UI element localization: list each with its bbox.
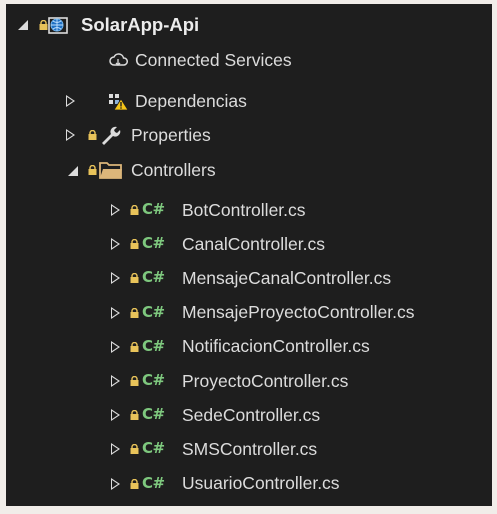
cs-file-label: ProyectoController.cs [182,370,349,391]
expanded-arrow-icon[interactable] [18,20,28,30]
lock-icon [130,410,139,421]
cs-file-label: BotController.cs [182,199,306,220]
tree-node-connected-services[interactable]: Connected Services [6,43,492,77]
collapsed-arrow-icon[interactable] [111,477,120,490]
properties-label: Properties [131,124,211,145]
csharp-file-icon: C# [142,268,165,287]
csharp-file-icon: C# [142,336,165,355]
cs-file-label: SMSController.cs [182,438,318,459]
collapsed-arrow-icon[interactable] [111,375,120,387]
tree-node-cs-file[interactable]: C# UsuarioController.cs [6,467,492,501]
lock-icon [130,307,139,318]
csharp-file-icon: C# [142,302,165,321]
csharp-file-icon: C# [142,439,165,458]
cs-file-label: MensajeProyectoController.cs [182,302,415,323]
csharp-file-icon: C# [142,473,165,492]
collapsed-arrow-icon[interactable] [111,272,120,285]
lock-icon [130,376,139,386]
controllers-label: Controllers [131,159,216,180]
wrench-icon [102,126,121,145]
dependencias-label: Dependencias [135,90,247,111]
web-project-icon [48,17,68,34]
lock-icon [130,478,139,489]
tree-node-cs-file[interactable]: C# ProyectoController.cs [6,364,492,398]
cs-file-label: UsuarioController.cs [182,473,340,494]
csharp-file-icon: C# [142,200,165,218]
lock-icon [130,273,139,284]
tree-node-controllers[interactable]: Controllers [6,153,492,187]
tree-node-root-project[interactable]: SolarApp-Api [6,8,492,42]
tree-node-dependencias[interactable]: Dependencias [6,84,492,118]
lock-icon [88,130,97,140]
csharp-file-icon: C# [142,234,165,253]
collapsed-arrow-icon[interactable] [66,95,75,107]
collapsed-arrow-icon[interactable] [111,306,120,319]
root-project-label: SolarApp-Api [81,14,200,35]
csharp-file-icon: C# [142,371,165,389]
lock-icon [88,165,97,175]
collapsed-arrow-icon[interactable] [111,204,120,216]
tree-node-cs-file[interactable]: C# BotController.cs [6,193,492,227]
tree-node-properties[interactable]: Properties [6,118,492,152]
collapsed-arrow-icon[interactable] [111,409,120,422]
csharp-file-icon: C# [142,405,165,424]
dependencies-warning-icon [109,94,129,111]
cs-file-label: SedeController.cs [182,404,321,425]
connected-services-label: Connected Services [135,49,292,70]
lock-icon [130,239,139,250]
collapsed-arrow-icon[interactable] [111,238,120,251]
tree-node-cs-file[interactable]: C# NotificacionController.cs [6,330,492,364]
solution-explorer-panel: SolarApp-Api Connected Services Dependen [6,4,492,506]
lock-icon [39,20,48,30]
tree-node-cs-file[interactable]: C# MensajeProyectoController.cs [6,296,492,330]
collapsed-arrow-icon[interactable] [111,443,120,456]
connected-services-icon [109,53,128,66]
folder-icon [99,162,122,179]
lock-icon [130,205,139,215]
expanded-arrow-icon[interactable] [68,166,78,176]
tree-node-cs-file[interactable]: C# CanalController.cs [6,227,492,261]
lock-icon [130,444,139,455]
collapsed-arrow-icon[interactable] [111,340,120,353]
cs-file-label: CanalController.cs [182,233,325,254]
collapsed-arrow-icon[interactable] [66,129,75,141]
tree-node-cs-file[interactable]: C# MensajeCanalController.cs [6,261,492,295]
cs-file-label: NotificacionController.cs [182,336,370,357]
lock-icon [130,341,139,352]
cs-file-label: MensajeCanalController.cs [182,267,392,288]
tree-node-cs-file[interactable]: C# SMSController.cs [6,432,492,466]
tree-node-cs-file[interactable]: C# SedeController.cs [6,398,492,432]
